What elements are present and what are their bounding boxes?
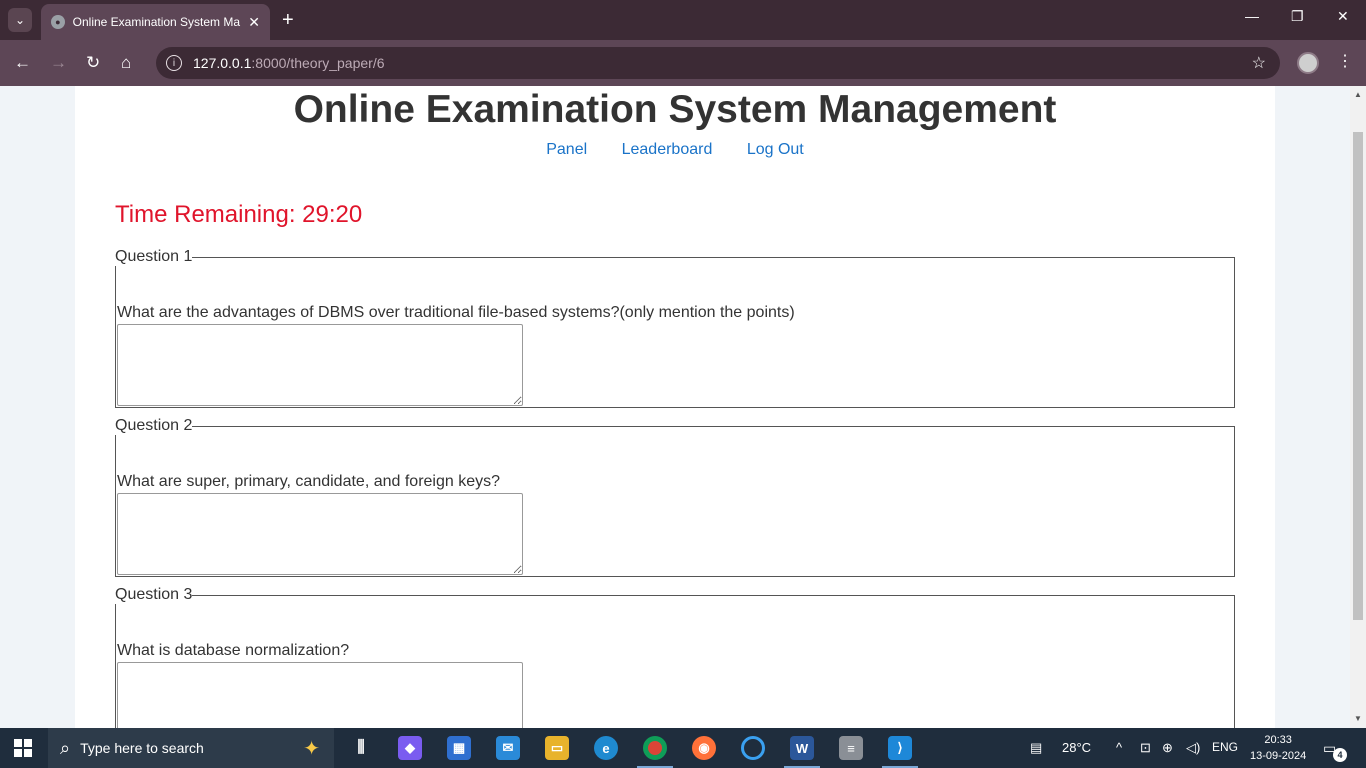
scrollbar-thumb[interactable] bbox=[1353, 132, 1363, 620]
close-tab-icon[interactable]: ✕ bbox=[248, 14, 260, 31]
question-2-fieldset: Question 2 What are super, primary, cand… bbox=[115, 417, 1235, 577]
nav-link-panel[interactable]: Panel bbox=[546, 141, 587, 158]
file-explorer-icon[interactable]: ▭ bbox=[545, 736, 569, 760]
url-host: 127.0.0.1 bbox=[193, 55, 252, 71]
time-remaining: Time Remaining: 29:20 bbox=[115, 201, 363, 228]
word-icon[interactable]: W bbox=[790, 736, 814, 760]
windows-start-icon[interactable] bbox=[14, 739, 32, 757]
browser-tab[interactable]: ● Online Examination System Ma ✕ bbox=[41, 4, 270, 40]
restore-icon[interactable]: ❐ bbox=[1291, 8, 1304, 25]
page-scrollbar[interactable]: ▲ ▼ bbox=[1350, 86, 1366, 728]
page-title: Online Examination System Management bbox=[293, 88, 1057, 131]
question-1-text: What are the advantages of DBMS over tra… bbox=[117, 304, 795, 321]
site-info-icon[interactable]: i bbox=[166, 55, 182, 71]
question-3-text: What is database normalization? bbox=[117, 642, 350, 659]
weather-icon[interactable]: ▤ bbox=[1030, 740, 1042, 756]
tray-chevron-icon[interactable]: ^ bbox=[1116, 740, 1122, 755]
home-icon[interactable]: ⌂ bbox=[121, 52, 131, 74]
vscode-icon[interactable]: ⟩ bbox=[888, 736, 912, 760]
chrome-icon[interactable] bbox=[643, 736, 667, 760]
question-1-fieldset: Question 1 What are the advantages of DB… bbox=[115, 248, 1235, 408]
question-2-text: What are super, primary, candidate, and … bbox=[117, 473, 501, 490]
address-bar[interactable]: i 127.0.0.1:8000/theory_paper/6 ☆ bbox=[156, 47, 1280, 79]
copilot-icon[interactable]: ◆ bbox=[398, 736, 422, 760]
clock-time: 20:33 bbox=[1264, 734, 1292, 746]
language-indicator[interactable]: ENG bbox=[1212, 740, 1238, 754]
firefox-icon[interactable]: ◉ bbox=[692, 736, 716, 760]
edge-icon[interactable]: e bbox=[594, 736, 618, 760]
system-clock[interactable]: 20:33 13-09-2024 bbox=[1250, 732, 1306, 764]
question-3-answer[interactable] bbox=[117, 662, 523, 728]
page-container: Online Examination System Management Pan… bbox=[75, 86, 1275, 728]
question-3-legend: Question 3 bbox=[115, 586, 193, 603]
question-1-legend: Question 1 bbox=[115, 248, 193, 265]
taskbar-search-placeholder: Type here to search bbox=[80, 740, 204, 756]
question-3-fieldset: Question 3 What is database normalizatio… bbox=[115, 586, 1235, 728]
taskbar-search-box[interactable]: ⌕ Type here to search ✦ bbox=[48, 728, 334, 768]
minimize-icon[interactable]: — bbox=[1245, 8, 1259, 24]
url-path: :8000/theory_paper/6 bbox=[251, 55, 385, 71]
scroll-up-arrow-icon[interactable]: ▲ bbox=[1354, 90, 1362, 99]
globe-icon: ● bbox=[51, 15, 65, 29]
windows-taskbar: ⌕ Type here to search ✦ ⫼ ◆ ▦ ✉ ▭ e ◉ W … bbox=[0, 728, 1366, 768]
browser-toolbar: ← → ↻ ⌂ i 127.0.0.1:8000/theory_paper/6 … bbox=[0, 40, 1366, 86]
tab-search-chevron-icon[interactable]: ⌄ bbox=[8, 8, 32, 32]
search-highlight-icon: ✦ bbox=[303, 738, 320, 760]
browser-menu-icon[interactable]: ⋮ bbox=[1337, 51, 1353, 71]
meet-now-icon[interactable]: ⊡ bbox=[1140, 740, 1151, 756]
page-viewport: Online Examination System Management Pan… bbox=[0, 86, 1350, 728]
notification-count: 4 bbox=[1333, 748, 1347, 762]
question-2-legend: Question 2 bbox=[115, 417, 193, 434]
profile-avatar[interactable] bbox=[1297, 52, 1319, 74]
back-icon[interactable]: ← bbox=[14, 52, 31, 74]
bookmark-star-icon[interactable]: ☆ bbox=[1252, 53, 1266, 73]
task-view-icon[interactable]: ⫼ bbox=[349, 736, 373, 760]
nav-link-logout[interactable]: Log Out bbox=[747, 141, 804, 158]
new-tab-button[interactable]: + bbox=[282, 8, 294, 32]
tab-title: Online Examination System Ma bbox=[72, 15, 241, 29]
site-nav: Panel Leaderboard Log Out bbox=[75, 141, 1275, 159]
browser-tabstrip: ⌄ ● Online Examination System Ma ✕ + — ❐… bbox=[0, 0, 1366, 40]
volume-icon[interactable]: ◁) bbox=[1186, 740, 1200, 756]
microsoft-store-icon[interactable]: ▦ bbox=[447, 736, 471, 760]
forward-icon[interactable]: → bbox=[50, 52, 67, 74]
clock-date: 13-09-2024 bbox=[1250, 750, 1307, 762]
scroll-down-arrow-icon[interactable]: ▼ bbox=[1354, 714, 1362, 723]
question-2-answer[interactable] bbox=[117, 493, 523, 575]
weather-temp[interactable]: 28°C bbox=[1062, 740, 1091, 755]
mail-icon[interactable]: ✉ bbox=[496, 736, 520, 760]
nav-link-leaderboard[interactable]: Leaderboard bbox=[622, 141, 713, 158]
cortana-icon[interactable] bbox=[741, 736, 765, 760]
question-1-answer[interactable] bbox=[117, 324, 523, 406]
close-window-icon[interactable]: ✕ bbox=[1337, 8, 1349, 25]
network-icon[interactable]: ⊕ bbox=[1162, 740, 1173, 756]
database-icon[interactable]: ≡ bbox=[839, 736, 863, 760]
search-icon: ⌕ bbox=[60, 737, 71, 758]
reload-icon[interactable]: ↻ bbox=[86, 52, 100, 74]
